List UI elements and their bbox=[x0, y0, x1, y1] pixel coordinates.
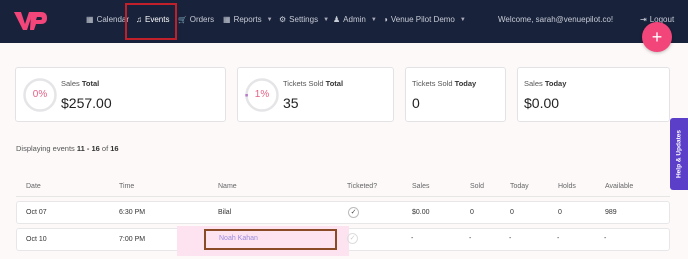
nav-reports-label: Reports bbox=[233, 15, 262, 24]
col-date[interactable]: Date bbox=[26, 183, 41, 190]
calendar-icon: ▦ bbox=[86, 15, 94, 24]
nav-orders-label: Orders bbox=[189, 15, 215, 24]
cell-name[interactable]: Bilal bbox=[218, 209, 231, 216]
cell-date: Oct 10 bbox=[26, 236, 47, 243]
col-today[interactable]: Today bbox=[510, 183, 529, 190]
progress-ring-label: 0% bbox=[32, 89, 48, 100]
stat-card-tickets-total: 1% Tickets Sold Total 35 bbox=[237, 67, 394, 122]
top-navbar: ▦ Calendar ♫ Events 🛒 Orders ▦ Reports ▼… bbox=[0, 0, 688, 43]
help-tab-label: Help & Updates bbox=[675, 129, 683, 179]
card-title-bold: Today bbox=[454, 79, 477, 88]
nav-venue-switcher[interactable]: ◑ Venue Pilot Demo ▼ bbox=[383, 15, 466, 24]
card-title: Sales Today bbox=[524, 79, 566, 88]
displaying-of: of bbox=[101, 144, 109, 153]
card-value: $0.00 bbox=[524, 95, 560, 111]
chevron-down-icon: ▼ bbox=[323, 16, 330, 23]
card-value: 0 bbox=[412, 95, 420, 111]
logout-icon: ⇥ bbox=[640, 15, 647, 24]
help-updates-tab[interactable]: Help & Updates bbox=[670, 118, 688, 190]
user-icon: ♟ bbox=[333, 15, 341, 24]
displaying-prefix: Displaying events bbox=[16, 144, 75, 153]
stat-card-tickets-today: Tickets Sold Today 0 bbox=[405, 67, 506, 122]
nav-venue-label: Venue Pilot Demo bbox=[390, 15, 455, 24]
nav-calendar[interactable]: ▦ Calendar bbox=[86, 15, 129, 24]
cell-available: - bbox=[604, 235, 607, 242]
cart-icon: 🛒 bbox=[178, 16, 187, 24]
card-title-text: Tickets Sold bbox=[283, 79, 324, 88]
venuepilot-logo[interactable] bbox=[13, 9, 47, 33]
grid-icon: ▦ bbox=[223, 15, 231, 24]
cell-holds: 0 bbox=[558, 209, 562, 216]
col-available[interactable]: Available bbox=[605, 183, 633, 190]
cell-available: 989 bbox=[605, 209, 617, 216]
welcome-text: Welcome, sarah@venuepilot.co! bbox=[498, 15, 613, 24]
nav-settings[interactable]: ⚙ Settings ▼ bbox=[279, 15, 329, 24]
col-ticketed[interactable]: Ticketed? bbox=[347, 183, 377, 190]
event-name-highlight-box bbox=[204, 229, 337, 250]
col-time[interactable]: Time bbox=[119, 183, 134, 190]
cell-sold: 0 bbox=[470, 209, 474, 216]
displaying-range: 11 - 16 bbox=[76, 144, 100, 153]
card-title-text: Tickets Sold bbox=[412, 79, 453, 88]
events-table-header: Date Time Name Ticketed? Sales Sold Toda… bbox=[16, 177, 670, 197]
table-row[interactable]: Oct 07 6:30 PM Bilal ✓ $0.00 0 0 0 989 bbox=[16, 201, 670, 224]
half-circle-icon: ◑ bbox=[383, 15, 388, 24]
cell-holds: - bbox=[557, 235, 560, 242]
col-sales[interactable]: Sales bbox=[412, 183, 430, 190]
gear-icon: ⚙ bbox=[279, 15, 287, 24]
nav-orders[interactable]: 🛒 Orders bbox=[178, 15, 214, 24]
card-title: Tickets Sold Total bbox=[283, 79, 343, 88]
displaying-total: 16 bbox=[110, 144, 119, 153]
nav-reports[interactable]: ▦ Reports ▼ bbox=[223, 15, 273, 24]
cell-sold: - bbox=[469, 235, 472, 242]
welcome-label: Welcome, sarah@venuepilot.co! bbox=[498, 15, 614, 24]
stat-card-sales-total: 0% Sales Total $257.00 bbox=[15, 67, 226, 122]
events-highlight-box bbox=[125, 3, 177, 40]
cell-today: 0 bbox=[510, 209, 514, 216]
add-button[interactable]: + bbox=[642, 22, 672, 52]
cell-today: - bbox=[509, 235, 512, 242]
cell-time: 7:00 PM bbox=[119, 236, 146, 243]
card-title-bold: Total bbox=[325, 79, 344, 88]
card-title-bold: Total bbox=[81, 79, 100, 88]
progress-ring-label: 1% bbox=[254, 89, 270, 100]
card-title-bold: Today bbox=[544, 79, 567, 88]
chevron-down-icon: ▼ bbox=[266, 16, 273, 23]
chevron-down-icon: ▼ bbox=[459, 16, 466, 23]
nav-admin-label: Admin bbox=[343, 15, 366, 24]
nav-admin[interactable]: ♟ Admin ▼ bbox=[333, 15, 377, 24]
card-value: $257.00 bbox=[61, 95, 112, 111]
chevron-down-icon: ▼ bbox=[370, 16, 377, 23]
card-title-text: Sales bbox=[524, 79, 543, 88]
cell-sales: - bbox=[411, 235, 414, 242]
cell-sales: $0.00 bbox=[412, 209, 430, 216]
pagination-summary: Displaying events 11 - 16 of 16 bbox=[16, 144, 119, 153]
col-holds[interactable]: Holds bbox=[558, 183, 576, 190]
card-title: Tickets Sold Today bbox=[412, 79, 476, 88]
col-sold[interactable]: Sold bbox=[470, 183, 484, 190]
card-title-text: Sales bbox=[61, 79, 80, 88]
stat-card-sales-today: Sales Today $0.00 bbox=[517, 67, 670, 122]
cell-time: 6:30 PM bbox=[119, 209, 146, 216]
card-title: Sales Total bbox=[61, 79, 99, 88]
ticketed-check-icon: ✓ bbox=[347, 233, 358, 244]
cell-date: Oct 07 bbox=[26, 209, 47, 216]
nav-settings-label: Settings bbox=[289, 15, 319, 24]
col-name[interactable]: Name bbox=[218, 183, 237, 190]
ticketed-check-icon: ✓ bbox=[348, 207, 359, 218]
card-value: 35 bbox=[283, 95, 299, 111]
